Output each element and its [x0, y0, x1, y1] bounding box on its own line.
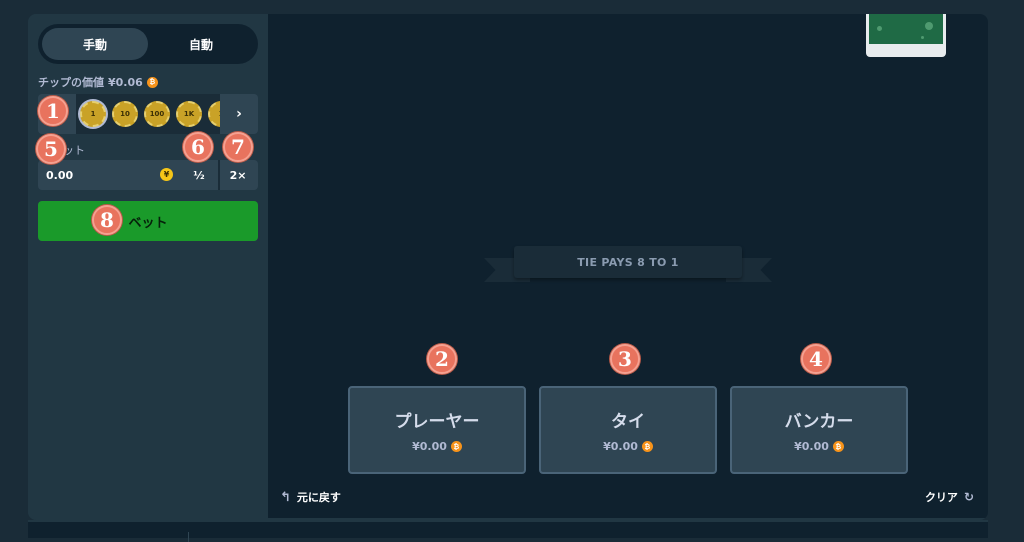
- bet-area-name: タイ: [611, 412, 645, 432]
- divider: [188, 532, 189, 542]
- clear-button[interactable]: クリア ↻: [925, 489, 974, 505]
- annotation-badge-2: 2: [427, 344, 457, 374]
- chip-100[interactable]: 100: [144, 101, 170, 127]
- bet-area-tie[interactable]: タイ ¥0.00 ₿: [539, 386, 717, 474]
- yen-coin-icon: ¥: [160, 168, 173, 181]
- game-frame: 手動 自動 チップの価値 ¥0.06 ₿ 1 10 100 1K 1 › ベット…: [28, 14, 988, 520]
- bet-area-amount: ¥0.00 ₿: [603, 440, 653, 453]
- tab-auto[interactable]: 自動: [148, 28, 254, 60]
- chip-10[interactable]: 10: [112, 101, 138, 127]
- chip-selector: 1 10 100 1K 1 ›: [38, 94, 258, 134]
- amount-text: ¥0.00: [603, 440, 638, 453]
- chip-track[interactable]: 1 10 100 1K 1: [76, 94, 220, 134]
- chip-value-amount: ¥0.06: [108, 75, 143, 89]
- bitcoin-coin-icon: ₿: [450, 441, 462, 452]
- bet-area-banker[interactable]: バンカー ¥0.00 ₿: [730, 386, 908, 474]
- annotation-badge-7: 7: [223, 132, 253, 162]
- card-felt: [869, 14, 943, 44]
- chip-value-text: チップの価値: [38, 76, 104, 89]
- bet-area-amount: ¥0.00 ₿: [412, 440, 462, 453]
- decor-dot: [921, 36, 924, 39]
- annotation-badge-1: 1: [38, 96, 68, 126]
- chip-1k[interactable]: 1K: [176, 101, 202, 127]
- bitcoin-coin-icon: ₿: [146, 76, 158, 88]
- chip-10k[interactable]: 1: [208, 101, 220, 127]
- tie-pays-banner: TIE PAYS 8 TO 1: [484, 244, 772, 288]
- chip-1[interactable]: 1: [80, 101, 106, 127]
- undo-button[interactable]: ↰ 元に戻す: [280, 489, 341, 505]
- bet-amount-input[interactable]: 0.00: [40, 162, 180, 188]
- place-bet-button[interactable]: ベット: [38, 201, 258, 241]
- tab-manual[interactable]: 手動: [42, 28, 148, 60]
- undo-label: 元に戻す: [296, 491, 341, 504]
- chip-value-label: チップの価値 ¥0.06 ₿: [38, 74, 158, 90]
- annotation-badge-5: 5: [36, 134, 66, 164]
- annotation-badge-6: 6: [183, 132, 213, 162]
- bitcoin-coin-icon: ₿: [641, 441, 653, 452]
- decor-dot: [877, 26, 882, 31]
- bet-amount-row: 0.00 ¥ ½ 2×: [38, 160, 258, 190]
- baccarat-table: TIE PAYS 8 TO 1 プレーヤー ¥0.00 ₿ タイ ¥0.00 ₿…: [268, 14, 988, 518]
- card-shoe-icon: [866, 14, 946, 57]
- refresh-icon: ↻: [963, 490, 974, 504]
- annotation-badge-3: 3: [610, 344, 640, 374]
- amount-text: ¥0.00: [412, 440, 447, 453]
- decor-dot: [925, 22, 933, 30]
- amount-text: ¥0.00: [794, 440, 829, 453]
- undo-arrow-icon: ↰: [280, 489, 291, 505]
- bet-area-amount: ¥0.00 ₿: [794, 440, 844, 453]
- bet-area-name: プレーヤー: [394, 412, 480, 432]
- annotation-badge-8: 8: [92, 205, 122, 235]
- bet-sidebar: 手動 自動 チップの価値 ¥0.06 ₿ 1 10 100 1K 1 › ベット…: [28, 14, 268, 520]
- chevron-right-icon[interactable]: ›: [220, 94, 258, 134]
- bet-area-name: バンカー: [784, 412, 854, 432]
- bottom-bar: [28, 520, 988, 542]
- half-bet-button[interactable]: ½: [180, 160, 218, 190]
- mode-toggle: 手動 自動: [38, 24, 258, 64]
- bet-area-player[interactable]: プレーヤー ¥0.00 ₿: [348, 386, 526, 474]
- tie-pays-text: TIE PAYS 8 TO 1: [514, 246, 742, 278]
- annotation-badge-4: 4: [801, 344, 831, 374]
- double-bet-button[interactable]: 2×: [218, 160, 256, 190]
- clear-label: クリア: [924, 491, 958, 504]
- bitcoin-coin-icon: ₿: [832, 441, 844, 452]
